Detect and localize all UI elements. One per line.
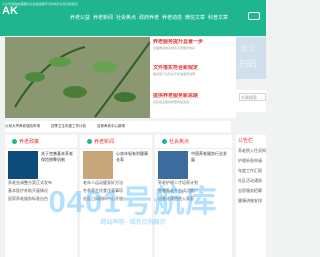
- thumbnail-image[interactable]: [83, 151, 113, 179]
- ticker-item[interactable]: 百家养老中心新闻: [97, 124, 125, 128]
- search-input[interactable]: 文章搜索: [239, 93, 266, 101]
- column-header: 社会焦点: [155, 135, 232, 149]
- hero-side-list: 养老服务提升显著一步 全面推进改善城乡养老服务体系 文件落实符合新规定 相关部门…: [150, 37, 236, 118]
- category-icon: [162, 139, 167, 144]
- watermark-overlay: 0401号航库 网站声明 · 域名仅供展示: [48, 184, 218, 226]
- side-search-box: 文章搜索: [236, 90, 266, 112]
- ticker-item[interactable]: 九旬大爷养老保险申请: [5, 124, 40, 128]
- thumbnail-image[interactable]: [158, 151, 188, 179]
- category-icon: [12, 139, 17, 144]
- nav-item[interactable]: 养老动态: [162, 14, 185, 21]
- category-icon: [87, 139, 92, 144]
- site-logo[interactable]: AK: [2, 5, 18, 17]
- hero-side-item[interactable]: 提供养老服务新思路 社区站点服务质量持续改进: [150, 91, 236, 107]
- ticker-item[interactable]: 四季卫生年度工作计划: [51, 124, 86, 128]
- nav-item[interactable]: 微信文章: [185, 14, 208, 21]
- main-nav: 养老公益 养老新闻 社会焦点 政府养老 养老动态 微信文章 科普文章: [70, 14, 231, 21]
- site-header: 公众号/微信前需要关注的健康细节与时尚养生知识库频道 AK 养老公益 养老新闻 …: [0, 0, 266, 36]
- search-icon[interactable]: [248, 12, 260, 20]
- column-header: 养老政策: [5, 135, 77, 149]
- notice-board-title: 公告栏: [238, 138, 254, 144]
- nav-item[interactable]: 科普文章: [208, 14, 231, 21]
- notice-item[interactable]: 年度工作汇报: [236, 166, 266, 176]
- nav-item[interactable]: 养老公益: [70, 14, 93, 21]
- hero-side-item[interactable]: 养老服务提升显著一步 全面推进改善城乡养老服务体系: [150, 37, 236, 53]
- column-header: 养老新闻: [80, 135, 152, 149]
- nav-item[interactable]: 社会焦点: [116, 14, 139, 21]
- news-ticker: 九旬大爷养老保险申请 四季卫生年度工作计划 百家养老中心新闻: [5, 121, 231, 132]
- nav-item[interactable]: 政府养老: [139, 14, 162, 21]
- notice-item[interactable]: 护理补贴申请: [236, 156, 266, 166]
- nav-item[interactable]: 养老新闻: [93, 14, 116, 21]
- thumbnail-image[interactable]: [8, 151, 38, 179]
- notice-item[interactable]: 养老院入住须知: [236, 146, 266, 156]
- side-ad[interactable]: 泰安 扫码: [236, 37, 266, 79]
- hero-side-item[interactable]: 文件落实符合新规定 相关部门主管关于补贴事项说明: [150, 63, 236, 79]
